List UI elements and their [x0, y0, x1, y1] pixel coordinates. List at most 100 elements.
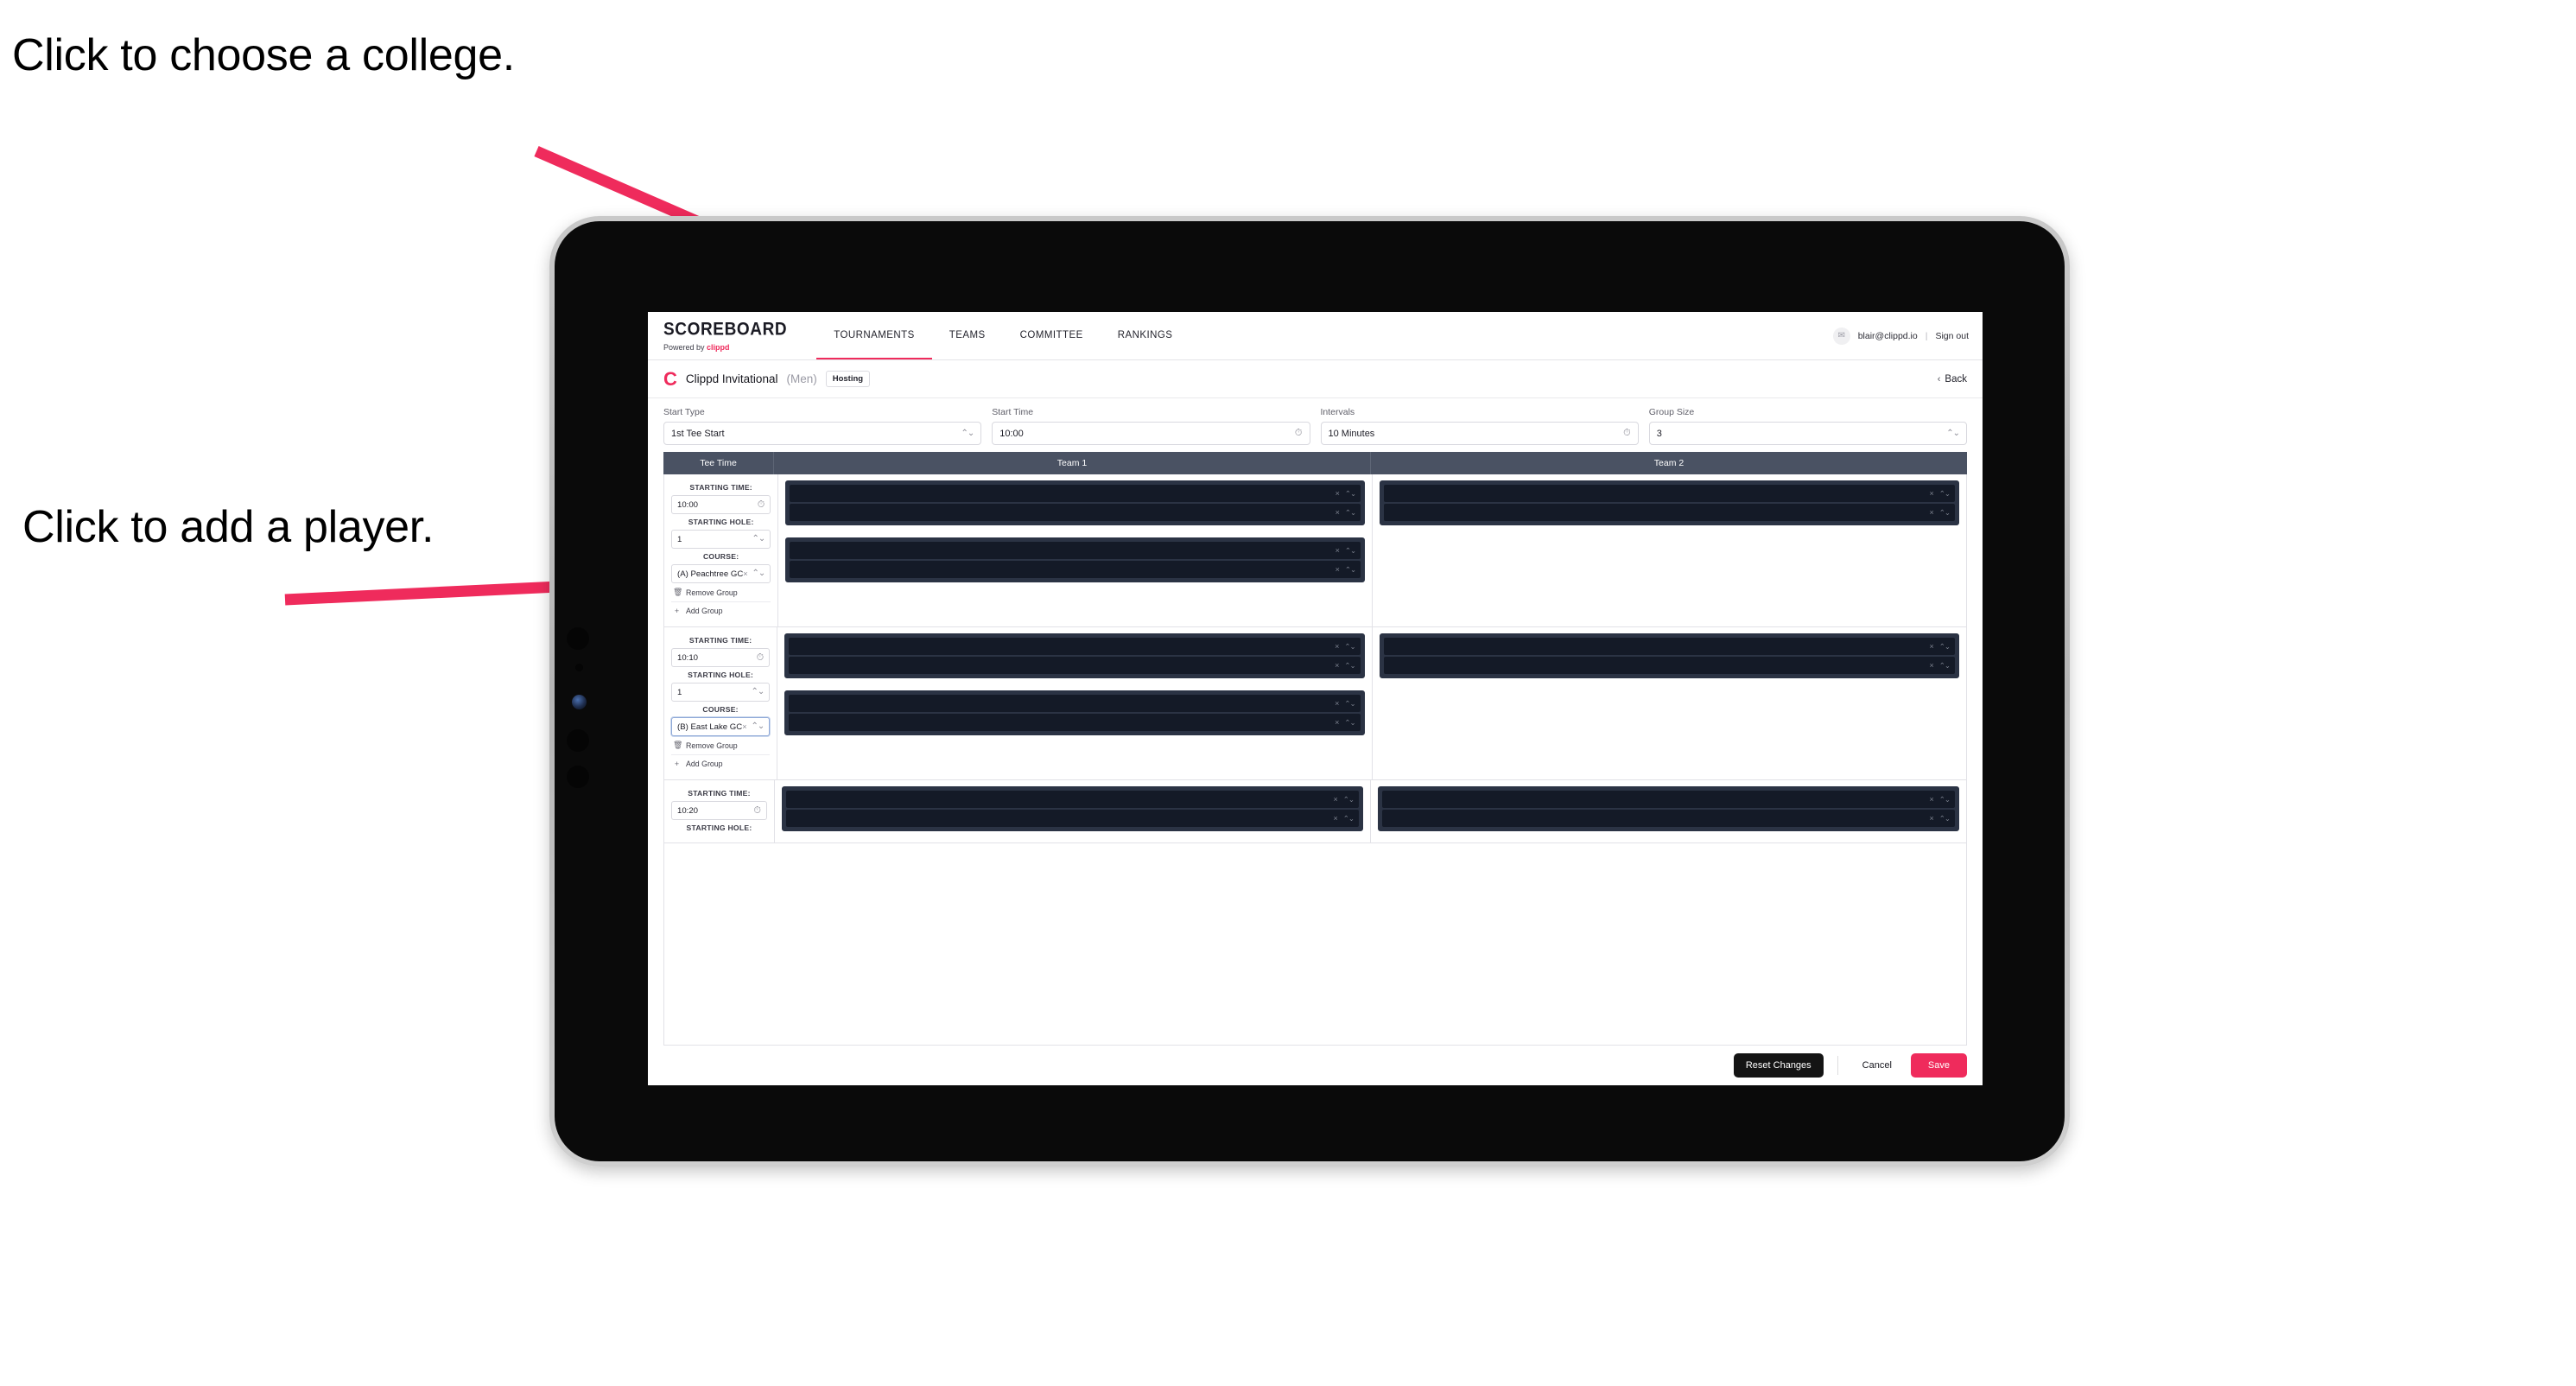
- tab-rankings[interactable]: RANKINGS: [1101, 312, 1190, 359]
- clear-player-icon[interactable]: ×: [1929, 642, 1933, 651]
- player-row[interactable]: × ⌃⌄: [790, 561, 1361, 578]
- player-row[interactable]: × ⌃⌄: [790, 504, 1361, 521]
- table-row: STARTING TIME: 10:10 ⏱ STARTING HOLE: 1 ⌃⌄ COU…: [664, 627, 1966, 780]
- tab-teams[interactable]: TEAMS: [932, 312, 1003, 359]
- player-row[interactable]: × ⌃⌄: [1384, 504, 1955, 521]
- sign-out-link[interactable]: Sign out: [1935, 331, 1969, 341]
- spinner-icon[interactable]: ⌃⌄: [1939, 642, 1951, 652]
- player-row[interactable]: × ⌃⌄: [786, 810, 1359, 827]
- player-name-field[interactable]: [794, 638, 1018, 655]
- start-type-select[interactable]: 1st Tee Start ⌃⌄: [663, 422, 982, 445]
- player-name-field[interactable]: [1389, 485, 1614, 502]
- player-row[interactable]: × ⌃⌄: [1383, 638, 1955, 655]
- avatar[interactable]: ✉: [1832, 327, 1850, 345]
- clear-player-icon[interactable]: ×: [1929, 795, 1933, 804]
- clear-player-icon[interactable]: ×: [1336, 508, 1340, 517]
- player-name-field[interactable]: [795, 542, 1019, 559]
- player-name-field[interactable]: [795, 504, 1019, 521]
- clear-player-icon[interactable]: ×: [1333, 814, 1337, 823]
- clear-player-icon[interactable]: ×: [1336, 489, 1340, 498]
- add-group-button[interactable]: + Add Group: [671, 602, 771, 620]
- brand-logo[interactable]: SCOREBOARD Powered by clippd: [663, 312, 816, 359]
- course-select[interactable]: (B) East Lake GC × ⌃⌄: [671, 717, 771, 736]
- player-name-field[interactable]: [794, 657, 1018, 674]
- player-name-field[interactable]: [794, 714, 1018, 731]
- clear-player-icon[interactable]: ×: [1336, 565, 1340, 574]
- player-name-field[interactable]: [1388, 638, 1614, 655]
- spinner-icon[interactable]: ⌃⌄: [1939, 814, 1951, 823]
- spinner-icon[interactable]: ⌃⌄: [1344, 642, 1355, 652]
- starting-time-input[interactable]: 10:00 ⏱: [671, 495, 771, 514]
- clear-player-icon[interactable]: ×: [1929, 814, 1933, 823]
- player-row[interactable]: × ⌃⌄: [790, 542, 1361, 559]
- reset-changes-button[interactable]: Reset Changes: [1733, 1053, 1824, 1078]
- cancel-button[interactable]: Cancel: [1852, 1053, 1902, 1078]
- clear-player-icon[interactable]: ×: [1335, 642, 1339, 651]
- tab-tournaments[interactable]: TOURNAMENTS: [816, 312, 932, 359]
- player-name-field[interactable]: [1389, 504, 1614, 521]
- spinner-icon[interactable]: ⌃⌄: [1344, 699, 1355, 709]
- player-name-field[interactable]: [795, 485, 1019, 502]
- course-select[interactable]: (A) Peachtree GC × ⌃⌄: [671, 564, 771, 583]
- player-row[interactable]: × ⌃⌄: [786, 791, 1359, 808]
- spinner-icon[interactable]: ⌃⌄: [1343, 814, 1355, 823]
- player-row[interactable]: × ⌃⌄: [789, 714, 1361, 731]
- player-name-field[interactable]: [791, 810, 1017, 827]
- spinner-icon[interactable]: ⌃⌄: [1345, 489, 1356, 499]
- group-size-select[interactable]: 3 ⌃⌄: [1648, 422, 1967, 445]
- save-button[interactable]: Save: [1910, 1053, 1967, 1078]
- course-value: (A) Peachtree GC: [677, 569, 744, 579]
- start-time-input[interactable]: 10:00 ⏱: [992, 422, 1310, 445]
- spinner-icon[interactable]: ⌃⌄: [1344, 718, 1355, 728]
- player-name-field[interactable]: [1387, 791, 1613, 808]
- spinner-icon[interactable]: ⌃⌄: [1343, 795, 1355, 804]
- remove-group-button[interactable]: 🗑 Remove Group: [671, 583, 771, 602]
- player-row[interactable]: × ⌃⌄: [1383, 657, 1955, 674]
- player-row[interactable]: × ⌃⌄: [789, 638, 1361, 655]
- clear-player-icon[interactable]: ×: [1335, 718, 1339, 727]
- player-group: × ⌃⌄ × ⌃⌄: [785, 537, 1366, 582]
- clear-player-icon[interactable]: ×: [1333, 795, 1337, 804]
- player-name-field[interactable]: [795, 561, 1019, 578]
- starting-time-input[interactable]: 10:20 ⏱: [671, 801, 767, 820]
- table-header: Tee Time Team 1 Team 2: [663, 452, 1967, 474]
- clear-course-icon[interactable]: ×: [742, 722, 746, 731]
- clear-player-icon[interactable]: ×: [1335, 661, 1339, 670]
- spinner-icon[interactable]: ⌃⌄: [1939, 795, 1951, 804]
- spinner-icon[interactable]: ⌃⌄: [1345, 546, 1356, 556]
- back-button[interactable]: ‹ Back: [1938, 374, 1967, 385]
- clear-player-icon[interactable]: ×: [1336, 546, 1340, 555]
- spinner-icon[interactable]: ⌃⌄: [1344, 661, 1355, 671]
- intervals-input[interactable]: 10 Minutes ⏱: [1320, 422, 1639, 445]
- spinner-icon[interactable]: ⌃⌄: [1345, 508, 1356, 518]
- spinner-icon: ⌃⌄: [1946, 428, 1960, 438]
- spinner-icon[interactable]: ⌃⌄: [1939, 489, 1951, 499]
- player-name-field[interactable]: [1388, 657, 1614, 674]
- add-group-button[interactable]: + Add Group: [671, 755, 770, 772]
- clear-player-icon[interactable]: ×: [1335, 699, 1339, 708]
- clear-player-icon[interactable]: ×: [1929, 661, 1933, 670]
- clear-course-icon[interactable]: ×: [743, 569, 747, 578]
- clear-player-icon[interactable]: ×: [1929, 489, 1933, 498]
- player-row[interactable]: × ⌃⌄: [1382, 810, 1955, 827]
- remove-group-button[interactable]: 🗑 Remove Group: [671, 736, 771, 755]
- player-row[interactable]: × ⌃⌄: [1384, 485, 1955, 502]
- clear-player-icon[interactable]: ×: [1929, 508, 1933, 517]
- player-name-field[interactable]: [794, 695, 1018, 712]
- player-row[interactable]: × ⌃⌄: [789, 695, 1361, 712]
- player-name-field[interactable]: [791, 791, 1017, 808]
- starting-hole-input[interactable]: 1 ⌃⌄: [671, 530, 771, 549]
- starting-time-input[interactable]: 10:10 ⏱: [671, 648, 771, 667]
- tab-committee[interactable]: COMMITTEE: [1003, 312, 1101, 359]
- start-type-control: Start Type 1st Tee Start ⌃⌄: [663, 407, 982, 445]
- spinner-icon[interactable]: ⌃⌄: [1345, 565, 1356, 575]
- table-row: STARTING TIME: 10:00 ⏱ STARTING HOLE: 1 ⌃⌄ COU…: [664, 474, 1966, 627]
- spinner-icon[interactable]: ⌃⌄: [1939, 508, 1951, 518]
- nav-tabs: TOURNAMENTS TEAMS COMMITTEE RANKINGS: [816, 312, 1190, 359]
- spinner-icon[interactable]: ⌃⌄: [1939, 661, 1951, 671]
- player-row[interactable]: × ⌃⌄: [1382, 791, 1955, 808]
- starting-hole-input[interactable]: 1 ⌃⌄: [671, 683, 771, 702]
- player-row[interactable]: × ⌃⌄: [790, 485, 1361, 502]
- player-row[interactable]: × ⌃⌄: [789, 657, 1361, 674]
- player-name-field[interactable]: [1387, 810, 1613, 827]
